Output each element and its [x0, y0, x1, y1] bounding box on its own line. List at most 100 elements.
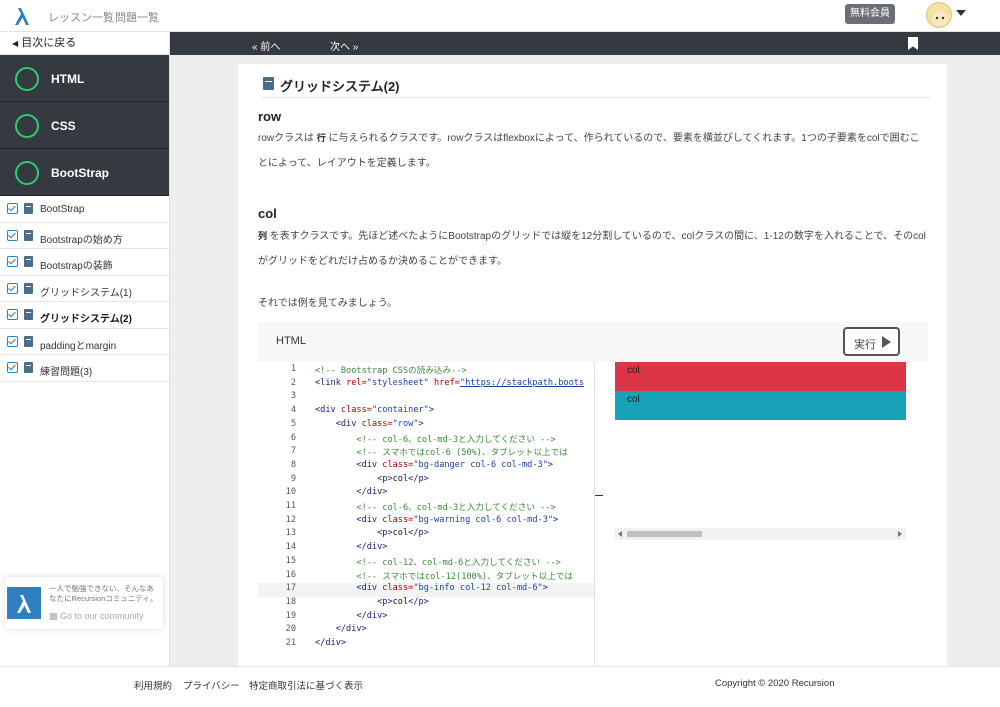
code-line[interactable]: 6 <!-- col-6、col-md-3と入力してください -->: [258, 433, 595, 447]
avatar-face-icon: [931, 10, 949, 26]
footer-link-commerce[interactable]: 特定商取引法に基づく表示: [249, 678, 363, 692]
code-line[interactable]: 10 </div>: [258, 487, 595, 501]
chat-icon: ▩: [49, 611, 58, 621]
code-line[interactable]: 12 <div class="bg-warning col-6 col-md-3…: [258, 515, 595, 529]
code-text: </div>: [335, 624, 367, 635]
code-text: <p>col</p>: [377, 596, 429, 607]
footer-link-terms[interactable]: 利用規約: [134, 678, 172, 692]
checkbox-checked-icon: [7, 229, 18, 241]
horizontal-scrollbar[interactable]: [615, 528, 906, 540]
line-number: 14: [285, 542, 296, 553]
line-number: 17: [285, 583, 296, 594]
editor-divider[interactable]: [594, 362, 595, 667]
book-icon: [24, 335, 33, 347]
community-link[interactable]: ▩ Go to our community: [49, 611, 144, 622]
code-line[interactable]: 9 <p>col</p>: [258, 474, 595, 488]
code-text: <div class="container">: [315, 405, 435, 416]
code-text: </div>: [356, 542, 388, 553]
free-member-button[interactable]: 無料会員: [845, 4, 895, 24]
scrollbar-thumb[interactable]: [627, 531, 702, 537]
nav-problem-list[interactable]: 問題一覧: [115, 9, 159, 25]
book-icon: [24, 362, 33, 373]
lesson-label: BootStrap: [40, 204, 85, 215]
code-line[interactable]: 13 <p>col</p>: [258, 528, 595, 542]
line-number: 11: [285, 501, 296, 511]
run-label: 実行: [854, 339, 876, 351]
checkbox-checked-icon: [7, 335, 18, 347]
line-number: 4: [290, 405, 296, 416]
code-line[interactable]: 11 <!-- col-6、col-md-3と入力してください -->: [258, 501, 595, 515]
lesson-item-active[interactable]: グリッドシステム(2): [0, 302, 169, 329]
code-line[interactable]: 5 <div class="row">: [258, 419, 595, 433]
double-chevron-left-icon: «: [252, 42, 258, 53]
code-line[interactable]: 7 <!-- スマホではcol-6 (50%)、タブレット以上では: [258, 446, 595, 460]
code-line[interactable]: 21 </div>: [258, 638, 595, 652]
line-number: 19: [285, 610, 296, 621]
section-label: HTML: [51, 72, 85, 86]
section-html[interactable]: HTML: [0, 55, 169, 102]
lesson-item[interactable]: Bootstrapの始め方: [0, 223, 169, 249]
code-line[interactable]: 20 </div>: [258, 624, 595, 638]
progress-ring-icon: [15, 114, 39, 138]
preview-pane: col col: [615, 362, 906, 542]
code-line[interactable]: 3: [258, 391, 595, 405]
lesson-content-card: グリッドシステム(2) row rowクラスは 行 に与えられるクラスです。ro…: [238, 64, 947, 667]
bookmark-icon[interactable]: [908, 37, 918, 50]
preview-row: col: [615, 391, 906, 420]
line-number: 1: [290, 364, 296, 374]
line-number: 8: [290, 459, 296, 470]
footer-link-privacy[interactable]: プライバシー: [183, 678, 240, 692]
code-line[interactable]: 2 <link rel="stylesheet" href="https://st…: [258, 378, 595, 392]
line-number: 5: [290, 418, 296, 429]
run-button[interactable]: 実行: [843, 327, 900, 356]
community-link-label: Go to our community: [60, 611, 144, 621]
code-line[interactable]: 14 </div>: [258, 542, 595, 556]
checkbox-checked-icon: [7, 256, 18, 267]
nav-lesson-list[interactable]: レッスン一覧: [48, 9, 114, 25]
checkbox-checked-icon: [7, 282, 18, 294]
code-panel-header: HTML 実行: [258, 322, 928, 362]
code-line[interactable]: 8 <div class="bg-danger col-6 col-md-3">: [258, 460, 595, 474]
prev-label: 前へ: [260, 42, 281, 53]
code-text: <!-- col-6、col-md-3と入力してください -->: [356, 503, 556, 513]
text-fragment: rowクラスは: [258, 133, 314, 144]
code-line[interactable]: 16 <!-- スマホではcol-12(100%)、タブレット以上では: [258, 570, 595, 584]
lesson-item[interactable]: BootStrap: [0, 196, 169, 223]
code-text: <link rel="stylesheet" href="https://sta…: [315, 377, 585, 388]
lesson-item[interactable]: paddingとmargin: [0, 329, 169, 355]
scroll-left-icon[interactable]: [618, 531, 622, 537]
lesson-label: 練習問題(3): [40, 367, 93, 378]
next-button[interactable]: 次へ »: [330, 38, 358, 53]
code-text: <!-- col-12、col-md-6と入力してください -->: [356, 557, 561, 568]
scroll-right-icon[interactable]: [898, 531, 902, 537]
lesson-item[interactable]: 練習問題(3): [0, 355, 169, 382]
code-line[interactable]: 4 <div class="container">: [258, 405, 595, 419]
example-intro: それでは例を見てみましょう。: [258, 298, 398, 309]
section-bootstrap[interactable]: BootStrap: [0, 149, 169, 196]
line-number: 9: [290, 473, 296, 484]
text-fragment: に与えられるクラスです。rowクラスはflexboxによって、作られているので、…: [258, 133, 920, 169]
book-icon: [24, 256, 33, 267]
code-line[interactable]: 15 <!-- col-12、col-md-6と入力してください -->: [258, 556, 595, 570]
account-dropdown-icon[interactable]: [956, 10, 966, 16]
lesson-item[interactable]: Bootstrapの装飾: [0, 249, 169, 276]
lesson-label: グリッドシステム(1): [40, 287, 132, 299]
recursion-logo-icon[interactable]: [12, 6, 32, 26]
section-css[interactable]: CSS: [0, 102, 169, 149]
section-heading-row: row: [258, 109, 282, 124]
preview-row-label: col: [627, 394, 640, 405]
lesson-item[interactable]: グリッドシステム(1): [0, 276, 169, 302]
code-line[interactable]: 17 <div class="bg-info col-12 col-md-6">: [258, 583, 595, 597]
row-description: rowクラスは 行 に与えられるクラスです。rowクラスはflexboxによって…: [258, 126, 928, 176]
avatar[interactable]: [926, 2, 952, 28]
community-banner[interactable]: 一人で勉強できない、そんなあなたにRecursionコミュニティ。 ▩ Go t…: [5, 577, 163, 629]
back-to-toc-link[interactable]: ◀ 目次に戻る: [0, 32, 169, 55]
chevron-left-icon: ◀: [12, 39, 19, 48]
line-number: 21: [285, 638, 296, 648]
code-line[interactable]: 1 <!-- Bootstrap CSSの読み込み-->: [258, 364, 595, 378]
prev-button[interactable]: « 前へ: [252, 38, 280, 53]
code-editor[interactable]: 1 <!-- Bootstrap CSSの読み込み--> 2 <link rel="s…: [258, 362, 595, 667]
code-line[interactable]: 18 <p>col</p>: [258, 597, 595, 611]
code-line[interactable]: 19 </div>: [258, 611, 595, 625]
progress-ring-icon: [15, 67, 39, 91]
